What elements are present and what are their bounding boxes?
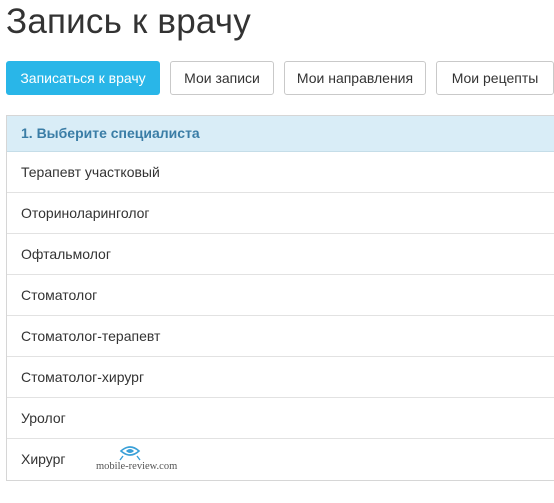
tab-my-prescriptions[interactable]: Мои рецепты: [436, 61, 554, 95]
specialist-panel: 1. Выберите специалиста Терапевт участко…: [6, 115, 554, 481]
specialist-list: Терапевт участковый Оториноларинголог Оф…: [7, 152, 554, 480]
list-item[interactable]: Терапевт участковый: [7, 152, 554, 193]
tab-book-appointment[interactable]: Записаться к врачу: [6, 61, 160, 95]
list-item[interactable]: Уролог: [7, 398, 554, 439]
mobile-review-logo-icon: [119, 446, 141, 461]
list-item[interactable]: Оториноларинголог: [7, 193, 554, 234]
list-item[interactable]: Стоматолог: [7, 275, 554, 316]
page: Запись к врачу Записаться к врачу Мои за…: [0, 0, 554, 503]
watermark: mobile-review.com: [96, 444, 186, 480]
tab-my-appointments[interactable]: Мои записи: [170, 61, 274, 95]
tab-my-referrals[interactable]: Мои направления: [284, 61, 426, 95]
list-item[interactable]: Офтальмолог: [7, 234, 554, 275]
panel-header: 1. Выберите специалиста: [7, 116, 554, 152]
list-item[interactable]: Стоматолог-хирург: [7, 357, 554, 398]
list-item[interactable]: Стоматолог-терапевт: [7, 316, 554, 357]
list-item[interactable]: Хирург: [7, 439, 554, 480]
page-title: Запись к врачу: [6, 2, 251, 41]
watermark-text: mobile-review.com: [96, 461, 178, 472]
